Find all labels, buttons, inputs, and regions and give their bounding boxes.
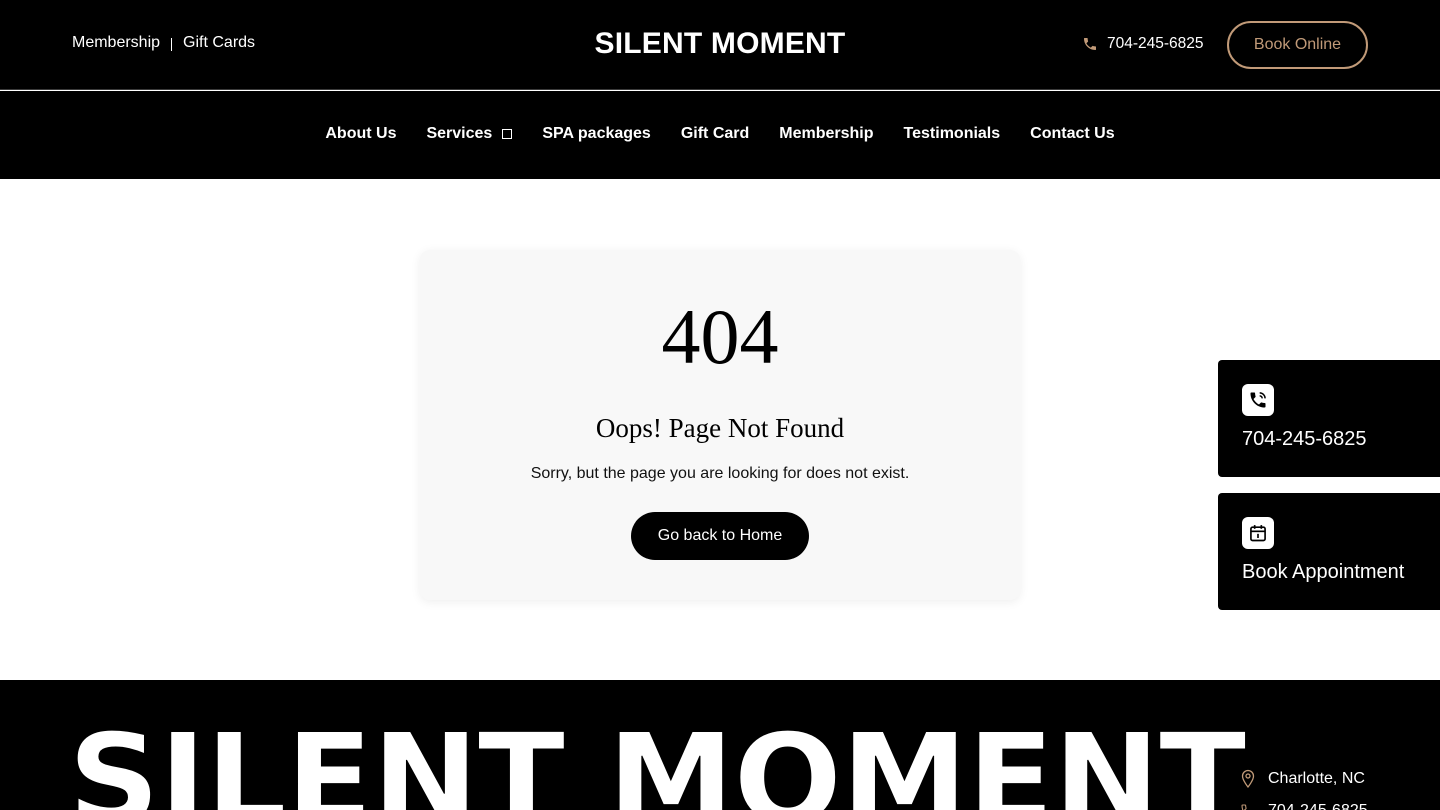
error-message: Sorry, but the page you are looking for … [530,465,910,482]
nav-item-services[interactable]: Services [426,125,513,143]
error-code: 404 [661,293,779,380]
book-appointment-label: Book Appointment [1242,561,1405,583]
footer-location[interactable]: Charlotte, NC [1240,764,1368,794]
phone-icon [1084,38,1096,50]
nav-item-gift-card[interactable]: Gift Card [681,125,749,143]
header-phone[interactable]: 704-245-6825 [1082,35,1204,53]
site-logo[interactable]: SILENT MOMENT [0,27,1440,61]
main-nav: About Us Services SPA packages Gift Card… [0,91,1440,179]
phone-call-icon [1242,384,1274,416]
call-widget-label: 704-245-6825 [1242,428,1367,450]
book-online-button[interactable]: Book Online [1227,21,1368,69]
nav-item-spa-packages[interactable]: SPA packages [542,125,651,143]
not-found-card: 404 Oops! Page Not Found Sorry, but the … [420,250,1020,600]
header-phone-number: 704-245-6825 [1107,35,1204,52]
book-appointment-widget[interactable]: Book Appointment [1218,493,1440,610]
dropdown-toggle-icon[interactable] [502,129,513,139]
nav-item-services-label: Services [426,125,493,142]
footer-phone-text: 704-245-6825 [1268,802,1368,810]
footer-phone[interactable]: 704-245-6825 [1240,796,1368,810]
footer-contact-info: Charlotte, NC 704-245-6825 [1240,764,1368,810]
footer-big-logo: SILENT MOMENT [67,708,1246,810]
calendar-icon [1242,517,1274,549]
go-home-button[interactable]: Go back to Home [631,512,809,560]
location-pin-icon [1241,769,1255,789]
phone-icon [1241,804,1247,810]
footer: SILENT MOMENT Charlotte, NC 704-245-6825 [0,680,1440,810]
top-bar: Membership Gift Cards SILENT MOMENT 704-… [0,0,1440,90]
nav-item-about-us[interactable]: About Us [325,125,396,143]
error-title: Oops! Page Not Found [595,413,845,443]
nav-item-testimonials[interactable]: Testimonials [904,125,1001,143]
nav-item-contact-us[interactable]: Contact Us [1030,125,1114,143]
nav-item-membership[interactable]: Membership [779,125,873,143]
footer-location-text: Charlotte, NC [1268,770,1365,787]
call-widget[interactable]: 704-245-6825 [1218,360,1440,477]
